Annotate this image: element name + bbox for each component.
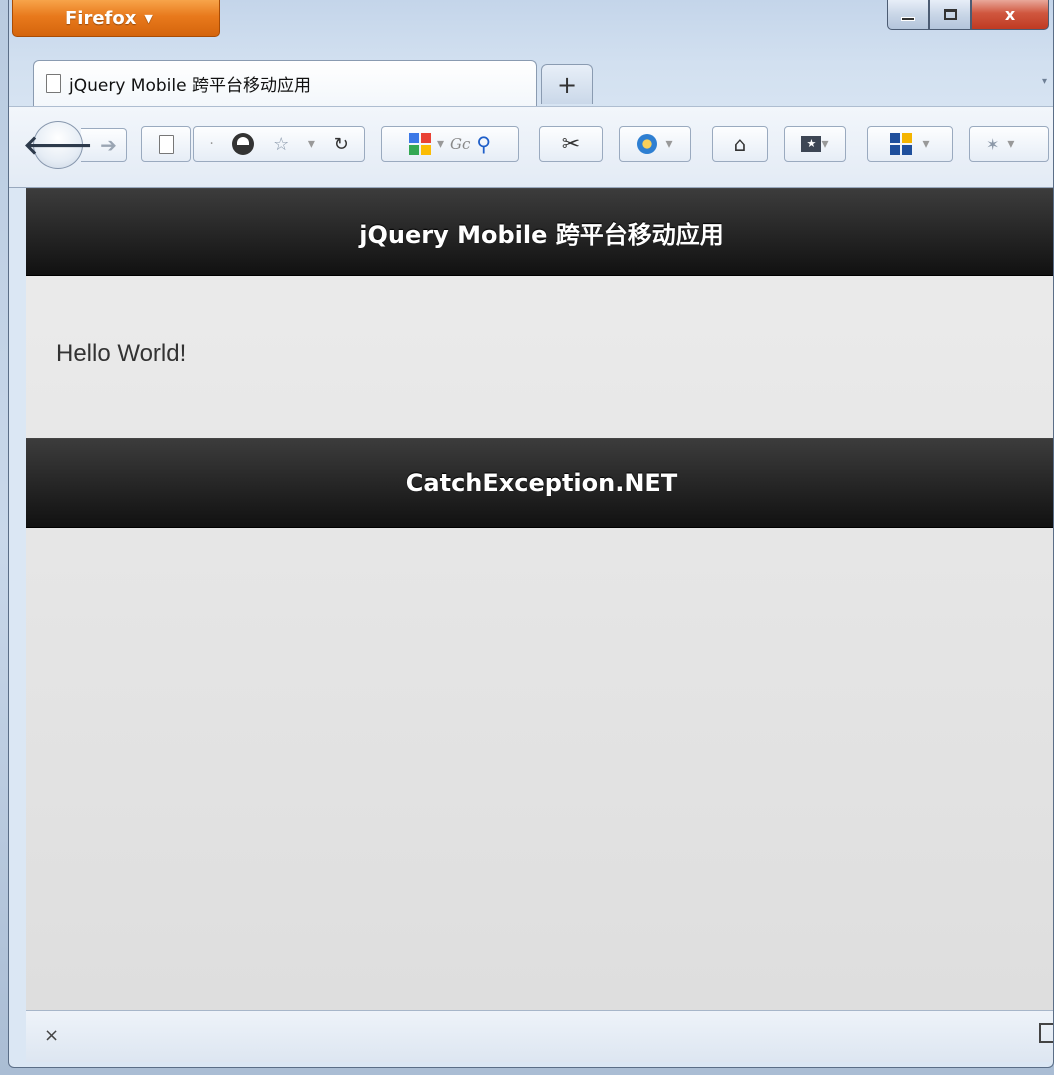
page-viewport: jQuery Mobile 跨平台移动应用 Hello World! Catch…	[26, 188, 1053, 1010]
forward-icon: ➔	[100, 133, 117, 157]
chevron-down-icon: ▾	[922, 136, 930, 152]
firefox-menu-label: Firefox	[65, 7, 137, 29]
bookmarks-menu-button[interactable]: ★ ▾	[784, 126, 846, 162]
close-addon-bar-button[interactable]: ×	[44, 1025, 59, 1046]
addon-badge-icon	[637, 134, 658, 154]
separator-dot: ·	[209, 136, 214, 152]
tiles-addon-icon	[890, 133, 913, 155]
bookmarks-menu-icon: ★	[801, 136, 822, 152]
window-caption-buttons: x	[887, 0, 1049, 30]
page-content: Hello World!	[56, 340, 186, 368]
bookmark-star-icon[interactable]: ☆	[273, 134, 289, 155]
tab-active[interactable]: jQuery Mobile 跨平台移动应用	[33, 60, 537, 106]
page-info-button[interactable]	[141, 126, 191, 162]
search-icon[interactable]: ⚲	[476, 132, 491, 156]
back-button[interactable]: 🡐	[23, 121, 93, 169]
close-icon: x	[1004, 5, 1016, 24]
url-bar[interactable]: · ☆ ▾ ↻	[193, 126, 365, 162]
content-text: Hello World!	[56, 340, 187, 367]
page-title: jQuery Mobile 跨平台移动应用	[359, 220, 724, 249]
browser-window: Firefox ▼ x jQuery Mobile 跨平台移动应用 + ▾ ➔ …	[8, 0, 1054, 1068]
site-identity-icon[interactable]	[232, 133, 255, 155]
page-header: jQuery Mobile 跨平台移动应用	[26, 188, 1053, 276]
minimize-button[interactable]	[887, 0, 929, 30]
plus-icon: +	[556, 70, 578, 99]
chevron-down-icon: ▾	[1007, 136, 1015, 152]
chevron-down-icon: ▼	[144, 11, 153, 25]
maximize-button[interactable]	[929, 0, 971, 30]
tab-list-arrow-icon[interactable]: ▾	[1042, 76, 1047, 87]
search-box[interactable]: ▾ Gc ⚲	[381, 126, 519, 162]
screenshot-button[interactable]: ✂	[539, 126, 603, 162]
reload-icon[interactable]: ↻	[334, 134, 349, 155]
footer-title: CatchException.NET	[405, 469, 678, 497]
firefox-menu-button[interactable]: Firefox ▼	[12, 0, 220, 37]
tab-title: jQuery Mobile 跨平台移动应用	[69, 76, 311, 96]
search-input[interactable]: Gc	[450, 135, 470, 153]
addon-badge-button[interactable]: ▾	[619, 126, 691, 162]
google-search-engine-icon[interactable]	[408, 133, 431, 155]
close-window-button[interactable]: x	[971, 0, 1049, 30]
dropdown-icon[interactable]: ▾	[308, 136, 315, 152]
chevron-down-icon: ▾	[821, 136, 829, 152]
tab-strip: jQuery Mobile 跨平台移动应用 + ▾	[9, 56, 1053, 106]
scissors-icon: ✂	[561, 131, 581, 157]
extension-button[interactable]: ✶ ▾	[969, 126, 1049, 162]
tiles-addon-button[interactable]: ▾	[867, 126, 953, 162]
maximize-icon	[943, 9, 957, 20]
minimize-icon	[901, 16, 915, 21]
home-icon: ⌂	[733, 132, 747, 156]
home-button[interactable]: ⌂	[712, 126, 768, 162]
back-icon: 🡐	[23, 130, 93, 161]
search-engine-dropdown-icon[interactable]: ▾	[437, 136, 444, 152]
page-icon	[46, 74, 61, 93]
addon-bar: ×	[26, 1010, 1053, 1062]
resize-grip-icon[interactable]	[1039, 1023, 1053, 1043]
chevron-down-icon: ▾	[665, 136, 673, 152]
navigation-toolbar: ➔ 🡐 · ☆ ▾ ↻ ▾ Gc ⚲ ✂ ▾ ⌂ ★ ▾ ▾ ✶ ▾	[9, 106, 1053, 188]
page-icon	[158, 134, 174, 154]
page-footer: CatchException.NET	[26, 438, 1053, 528]
extension-icon: ✶	[986, 134, 1000, 154]
new-tab-button[interactable]: +	[541, 64, 593, 104]
